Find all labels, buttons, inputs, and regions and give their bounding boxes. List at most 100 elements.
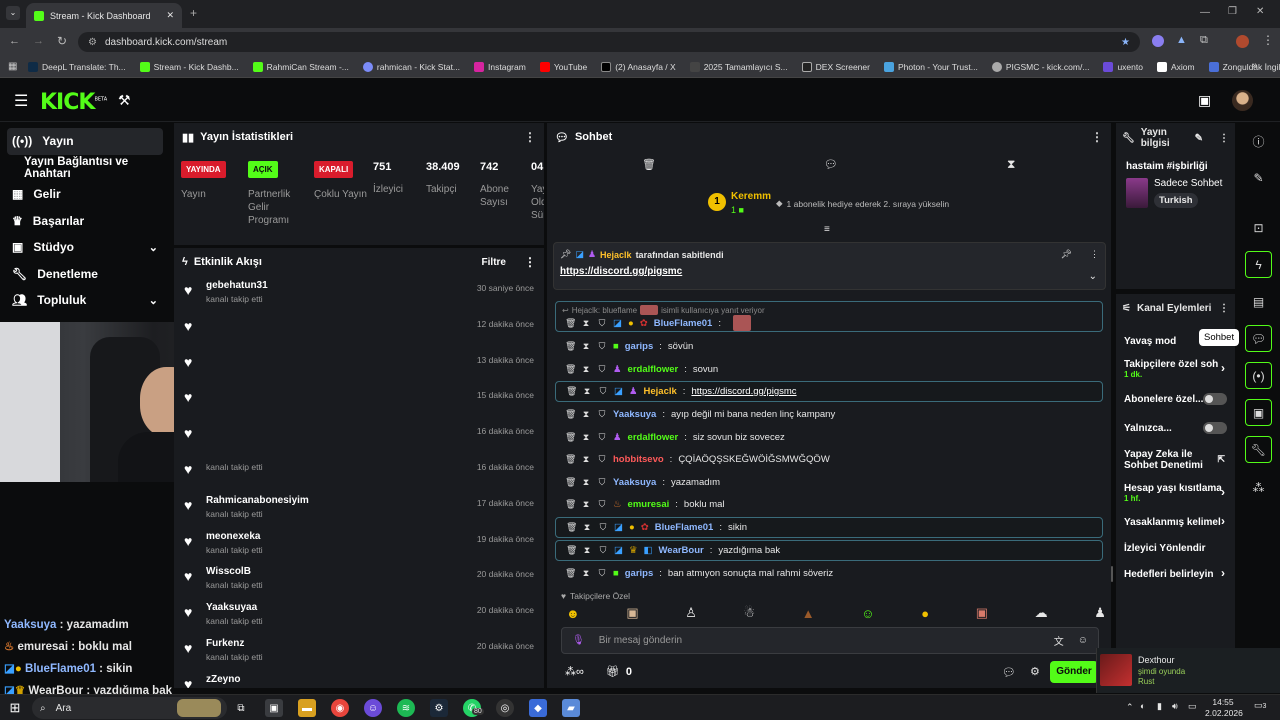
toggle-switch[interactable]: [1203, 393, 1227, 405]
extensions-puzzle-icon[interactable]: ⧉: [1200, 34, 1208, 47]
expand-icon[interactable]: ≡: [824, 224, 830, 235]
chat-message[interactable]: 🗑︎ ⧗ ⛉ ♟ erdalflower: sovun: [555, 359, 1103, 379]
timeout-icon[interactable]: ⧗: [581, 568, 591, 579]
delete-message-icon[interactable]: 🗑︎: [565, 341, 576, 352]
spotify-icon[interactable]: ≋: [397, 699, 415, 717]
activity-item[interactable]: ♥ Rahmicanabonesiyim kanalı takip etti 17 d…: [174, 491, 544, 527]
action-ai-moderation[interactable]: Yapay Zeka ile Sohbet Denetimi ⇱: [1116, 443, 1235, 477]
sidebar-item-yayin[interactable]: ((•)) Yayın: [7, 128, 163, 155]
more-bookmarks-icon[interactable]: »: [1252, 60, 1258, 71]
app-icon[interactable]: ▰: [562, 699, 580, 717]
obs-icon[interactable]: ◎: [496, 699, 514, 717]
edit-icon[interactable]: ✎: [1245, 164, 1272, 191]
bookmark-item[interactable]: DeepL Translate: Th...: [28, 61, 126, 72]
ban-shield-icon[interactable]: ⛉: [597, 341, 607, 352]
restore-icon[interactable]: ❐: [1228, 6, 1237, 17]
chat-username[interactable]: hobbitsevo: [613, 454, 664, 465]
ban-shield-icon[interactable]: ⛉: [597, 454, 607, 465]
emoji-icon[interactable]: ☺: [1078, 635, 1088, 646]
minimize-icon[interactable]: —: [1200, 7, 1210, 18]
emote-icon[interactable]: ▲: [802, 606, 815, 621]
emote-icon[interactable]: ●: [921, 606, 929, 621]
bookmark-item[interactable]: rahmican - Kick Stat...: [362, 61, 460, 72]
send-button[interactable]: Gönder: [1050, 661, 1098, 683]
community-icon[interactable]: ⁂: [1245, 474, 1272, 501]
chat-username[interactable]: erdalflower: [628, 364, 679, 375]
ban-shield-icon[interactable]: ⛉: [597, 568, 607, 579]
more-options-icon[interactable]: ⋮: [524, 255, 536, 269]
chat-username[interactable]: erdalflower: [628, 432, 679, 443]
network-icon[interactable]: ▭: [1188, 701, 1197, 712]
action-only[interactable]: Yalnızca...: [1116, 413, 1235, 443]
activity-item[interactable]: ♥ zZeyno: [174, 670, 544, 688]
wallet-icon[interactable]: ▣: [1198, 92, 1211, 109]
browser-menu-icon[interactable]: ⋮: [1262, 33, 1274, 47]
sidebar-item-gelir[interactable]: ▦ Gelir: [0, 181, 170, 208]
bookmark-item[interactable]: Zonguldak İngilizce...: [1208, 61, 1280, 72]
windows-start-icon[interactable]: ⊞: [6, 699, 24, 717]
profile-avatar[interactable]: [1236, 35, 1249, 48]
action-followers-only[interactable]: Takipçilere özel soh 1 dk. ›: [1116, 353, 1235, 385]
activity-item[interactable]: ♥ Furkenz kanalı takip etti 20 dakika önce: [174, 634, 544, 670]
unpin-icon[interactable]: 📌︎: [1061, 249, 1072, 260]
more-options-icon[interactable]: ⋮: [1219, 303, 1229, 314]
chat-username[interactable]: Hejaclk: [644, 386, 677, 397]
forward-icon[interactable]: →: [33, 35, 44, 47]
camera-icon[interactable]: ⊡: [1245, 214, 1272, 241]
trash-icon[interactable]: 🗑︎: [642, 158, 656, 171]
action-banned-words[interactable]: Yasaklanmış kelimel ›: [1116, 509, 1235, 535]
sidebar-item-denetleme[interactable]: 🔧︎ Denetleme: [0, 261, 170, 288]
chat-text[interactable]: https://discord.gg/pigsmc: [691, 386, 796, 397]
discord-icon[interactable]: ☺: [364, 699, 382, 717]
timeout-icon[interactable]: ⧗: [581, 432, 591, 443]
browser-tab[interactable]: Stream - Kick Dashboard ✕: [26, 3, 182, 28]
timeout-icon[interactable]: ⧗: [582, 386, 592, 397]
more-options-icon[interactable]: ⋮: [524, 130, 536, 144]
file-explorer-icon[interactable]: ▬: [298, 699, 316, 717]
toggle-switch[interactable]: [1203, 422, 1227, 434]
bookmark-item[interactable]: Axiom: [1156, 61, 1195, 72]
document-icon[interactable]: ▤: [1245, 288, 1272, 315]
chat-username[interactable]: WearBour: [659, 545, 704, 556]
sidebar-item-topluluk[interactable]: 👥︎ Topluluk ⌄: [0, 287, 170, 314]
now-playing-toast[interactable]: Dexthour şimdi oyunda Rust: [1096, 648, 1280, 693]
hourglass-icon[interactable]: ⧗: [1007, 157, 1015, 172]
action-goals[interactable]: Hedefleri belirleyin ›: [1116, 561, 1235, 587]
delete-message-icon[interactable]: 🗑︎: [566, 386, 577, 397]
emote-icon[interactable]: ▣: [976, 605, 988, 621]
task-view-icon[interactable]: ⧉: [232, 699, 250, 717]
activity-item[interactable]: ♥ 16 dakika önce: [174, 419, 544, 455]
lightning-icon[interactable]: ϟ: [1245, 251, 1272, 278]
timeout-icon[interactable]: ⧗: [582, 522, 592, 533]
notification-icon[interactable]: ▭3: [1254, 700, 1266, 711]
delete-message-icon[interactable]: 🗑︎: [565, 568, 576, 579]
new-tab-icon[interactable]: +: [190, 6, 197, 20]
bookmark-item[interactable]: Instagram: [474, 61, 526, 72]
emote-icon[interactable]: ♙: [685, 605, 697, 621]
steam-icon[interactable]: ⚙: [430, 699, 448, 717]
delete-message-icon[interactable]: 🗑︎: [565, 364, 576, 375]
delete-message-icon[interactable]: 🗑︎: [566, 545, 577, 556]
hamburger-menu-icon[interactable]: ☰: [14, 91, 28, 111]
filter-button[interactable]: Filtre: [482, 257, 506, 268]
timeout-icon[interactable]: ⧗: [581, 341, 591, 352]
activity-item[interactable]: ♥ meonexeka kanalı takip etti 19 dakika önc…: [174, 527, 544, 563]
emote-icon[interactable]: ☃: [744, 605, 756, 621]
timeout-icon[interactable]: ⧗: [581, 499, 591, 510]
action-raid[interactable]: İzleyici Yönlendir: [1116, 535, 1235, 561]
activity-item[interactable]: ♥ Yaaksuyaa kanalı takip etti 20 dakika önc…: [174, 598, 544, 634]
bookmark-item[interactable]: YouTube: [539, 61, 587, 72]
usb-icon[interactable]: ▮: [1157, 701, 1162, 712]
timeout-icon[interactable]: ⧗: [581, 318, 591, 329]
chat-scrollbar[interactable]: [1111, 566, 1113, 582]
emote-icon[interactable]: ☁: [1035, 605, 1048, 621]
chat-message[interactable]: 🗑︎ ⧗ ⛉ ◪ ♟ Hejaclk: https://discord.gg/pigsmc: [555, 381, 1103, 402]
microphone-icon[interactable]: 🎙︎: [572, 635, 585, 646]
ban-shield-icon[interactable]: ⛉: [597, 318, 607, 329]
timeout-icon[interactable]: ⧗: [582, 545, 592, 556]
tab-list-icon[interactable]: ⌄: [6, 6, 20, 20]
users-infinity-icon[interactable]: ⁂∞: [565, 665, 584, 678]
chat-message[interactable]: 🗑︎ ⧗ ⛉ ◪ ♛ ◧ WearBour: yazdığıma bak: [555, 540, 1103, 561]
chat-message[interactable]: 🗑︎ ⧗ ⛉ Yaaksuya: ayıp değil mi bana neden li…: [555, 404, 1103, 424]
extension-icon[interactable]: [1152, 35, 1164, 47]
